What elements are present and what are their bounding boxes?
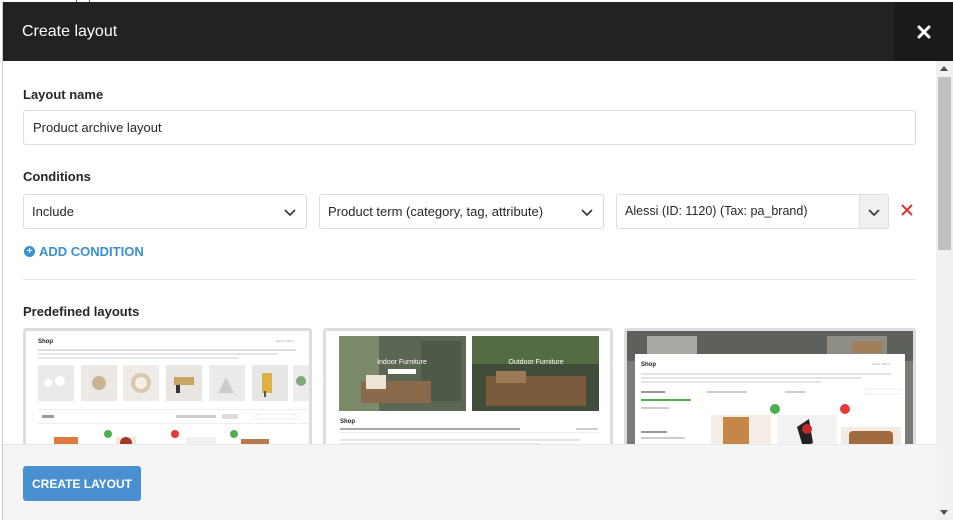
predefined-layouts-label: Predefined layouts [23,304,140,319]
predefined-layout-1[interactable]: Shop Home / Shop [23,328,312,444]
condition-type-value: Include [32,204,74,219]
layout-1-preview: Shop Home / Shop [26,331,309,444]
scroll-down-icon[interactable] [940,510,948,515]
remove-icon [901,204,913,216]
divider [23,279,916,280]
close-button[interactable] [894,2,953,61]
predefined-layout-3[interactable]: Shop Home / Shop [624,328,916,444]
layout-1-breadcrumb: Home / Shop [276,339,294,343]
plus-circle-icon: + [24,246,35,257]
create-layout-modal: Create layout Layout name Conditions Inc… [2,2,953,520]
condition-value-text: Alessi (ID: 1120) (Tax: pa_brand) [625,204,808,218]
create-layout-button[interactable]: CREATE LAYOUT [23,466,141,501]
layout-3-preview: Shop Home / Shop [627,331,913,444]
layout-3-shop-title: Shop [641,362,656,368]
layout-2-preview: Indoor Furniture Outdoor Furniture Shop [326,331,610,444]
modal-header: Create layout [3,2,953,61]
condition-target-select[interactable]: Product term (category, tag, attribute) [319,194,604,229]
modal-scrollbar[interactable] [936,61,953,520]
add-condition-label: ADD CONDITION [39,244,144,259]
conditions-label: Conditions [23,169,91,184]
chevron-down-icon [868,208,880,216]
modal-title: Create layout [22,23,118,40]
chevron-down-icon [581,209,593,217]
scroll-up-icon[interactable] [940,66,948,71]
predefined-layout-2[interactable]: Indoor Furniture Outdoor Furniture Shop [323,328,613,444]
layout-3-breadcrumb: Home / Shop [872,362,890,366]
modal-body: Layout name Conditions Include Product t… [3,61,937,444]
condition-type-select[interactable]: Include [23,194,307,229]
layout-name-input[interactable] [23,110,916,145]
close-icon [917,25,931,38]
layout-2-banner-left: Indoor Furniture [377,359,427,366]
condition-value-dropdown-toggle[interactable] [859,195,888,228]
chevron-down-icon [284,209,296,217]
layout-2-banner-right: Outdoor Furniture [508,359,563,366]
condition-target-value: Product term (category, tag, attribute) [328,204,544,219]
layout-2-shop-title: Shop [340,419,355,425]
condition-value-select[interactable]: Alessi (ID: 1120) (Tax: pa_brand) [616,194,889,229]
layout-1-shop-title: Shop [38,339,53,345]
modal-footer: CREATE LAYOUT [3,444,937,520]
add-condition-link[interactable]: + ADD CONDITION [24,244,144,259]
scrollbar-thumb[interactable] [938,77,951,250]
remove-condition-button[interactable] [901,204,913,219]
layout-name-label: Layout name [23,87,104,102]
